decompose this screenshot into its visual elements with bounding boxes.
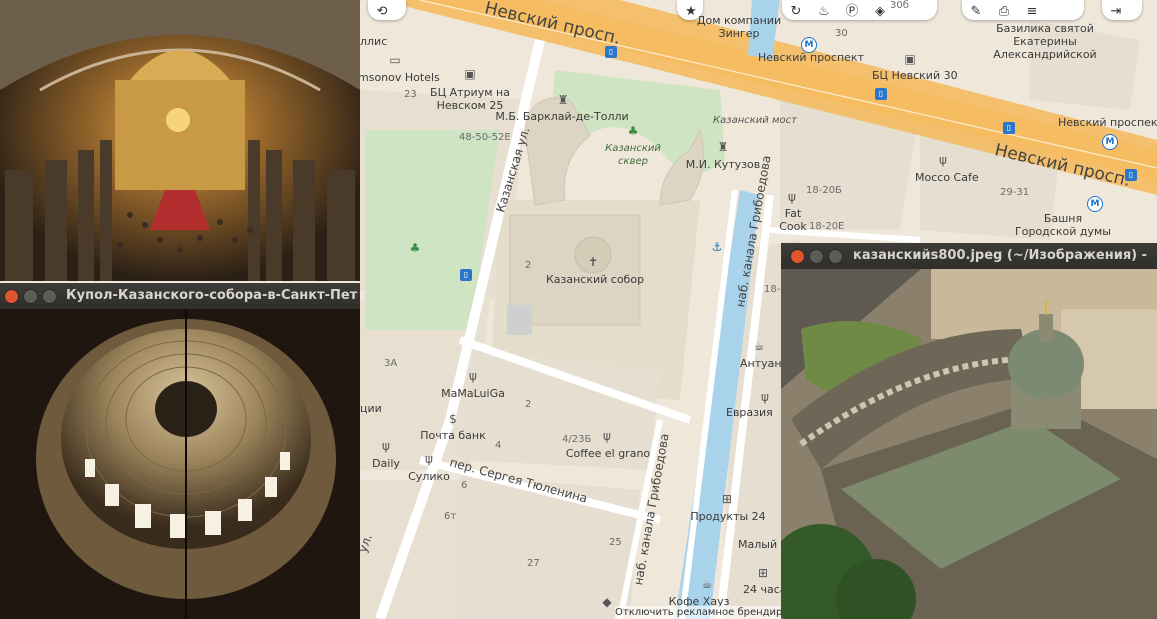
house-number: 18-20E [809,221,845,232]
poi-coffee[interactable]: Coffee el grano [566,447,650,460]
print-icon[interactable]: ⎙ [990,2,1018,22]
poi-24chasa[interactable]: 24 часа [743,583,787,596]
ruler-icon[interactable]: ✎ [962,2,990,22]
maximize-button[interactable] [42,289,57,304]
business-center-icon[interactable]: ▣ [463,67,477,81]
restaurant-icon[interactable]: ψ [785,190,799,204]
poi-daily[interactable]: Daily [372,457,400,470]
dome-photo [0,309,360,619]
login-icon: ⇥ [1110,4,1122,19]
house-number: 4/23Б [562,434,592,445]
minimize-button[interactable] [809,249,824,264]
poi-kazansky-most[interactable]: Казанский мост [713,114,797,127]
bus-stop-icon[interactable]: ▯ [605,46,617,58]
house-number: 23 [404,89,417,100]
restaurant-icon[interactable]: ψ [600,429,614,443]
house-number: 6 [461,480,468,491]
house-number: 2 [525,260,532,271]
poi-dom-knigi[interactable]: Дом компании Зингер [697,14,781,40]
house-number: 27 [527,558,540,569]
disable-ads-link[interactable]: Отключить рекламное брендир [615,606,783,619]
layers-toolbar[interactable]: ↻ ♨ Ⓟ ◈ [782,0,937,20]
restaurant-icon[interactable]: ψ [936,153,950,167]
dome-window-titlebar[interactable]: Купол-Казанского-собора-в-Санкт-Пет [0,283,360,309]
house-number: 25 [609,537,622,548]
house-number: 30 [835,28,848,39]
minimize-button[interactable] [23,289,38,304]
panorama-icon[interactable]: ♨ [810,2,838,22]
house-number: 48-50-52E [459,132,511,143]
image-viewer-titlebar[interactable]: казанскийs800.jpeg (~/Изображения) - [781,243,1157,269]
maximize-button[interactable] [828,249,843,264]
poi-nevsky-metro-1[interactable]: Невский проспект [758,51,864,64]
house-number: 2 [525,399,532,410]
restaurant-icon[interactable]: ψ [379,439,393,453]
business-center-icon[interactable]: ▣ [903,52,917,66]
metro-icon[interactable]: M [1102,134,1118,150]
shop-icon[interactable]: ⊞ [720,492,734,506]
parking-icon[interactable]: Ⓟ [838,2,866,22]
house-number: 6т [444,511,457,522]
poi-kazansky-sobor[interactable]: Казанский собор [546,273,644,286]
metro-icon[interactable]: M [1087,196,1103,212]
poi-mosco-cafe[interactable]: Mocco Cafe [915,171,979,184]
poi-bc-atrium[interactable]: БЦ Атриум на Невском 25 [430,86,510,112]
house-number: 18-20Б [806,185,842,196]
poi-mamaluiga[interactable]: MaMaLuiGa [441,387,505,400]
poi-iii[interactable]: ции [360,402,382,415]
cafe-icon[interactable]: ☕ [752,339,766,353]
house-number: 4 [495,440,502,451]
poi-produkty[interactable]: Продукты 24 [690,510,765,523]
cafe-icon[interactable]: ☕ [700,577,714,591]
shop-icon[interactable]: ⊞ [756,566,770,580]
bus-stop-icon[interactable]: ▯ [1003,122,1015,134]
poi-kutuzov[interactable]: М.И. Кутузов [686,158,761,171]
house-number: 3А [384,358,398,369]
menu-icon[interactable]: ≡ [1018,2,1046,22]
bank-icon[interactable]: $ [446,412,460,426]
tree-icon[interactable]: ♣ [626,124,640,138]
restaurant-icon[interactable]: ψ [422,452,436,466]
tree-icon[interactable]: ♣ [408,241,422,255]
shop-bag-icon[interactable]: ◆ [600,595,614,609]
bus-stop-icon[interactable]: ▯ [1125,169,1137,181]
poi-basilica[interactable]: Базилика святой Екатерины Александрийско… [993,22,1096,61]
poi-evraziya[interactable]: Евразия [726,406,773,419]
close-button[interactable] [4,289,19,304]
poi-llis[interactable]: ллис [360,35,387,48]
restaurant-icon[interactable]: ψ [758,390,772,404]
poi-nevsky-metro-2[interactable]: Невский проспект [1058,116,1157,129]
poi-antuan[interactable]: Антуан [740,357,782,370]
monument-icon[interactable]: ♜ [556,93,570,107]
window-title: казанскийs800.jpeg (~/Изображения) - [853,248,1148,263]
house-number: 30б [890,0,909,11]
route-icon: ⟲ [376,4,388,19]
bus-stop-icon[interactable]: ▯ [875,88,887,100]
pier-icon[interactable]: ⚓ [710,240,724,254]
poi-fat-cook[interactable]: Fat Cook [779,207,807,233]
login-button[interactable]: ⇥ [1102,0,1142,20]
route-button[interactable]: ⟲ [368,0,406,20]
poi-barclay[interactable]: М.Б. Барклай-де-Толли [495,110,628,123]
poi-pochta[interactable]: Почта банк [420,429,486,442]
hotel-icon[interactable]: ▭ [388,53,402,67]
traffic-icon[interactable]: ↻ [782,2,810,22]
poi-bc-nevsky30[interactable]: БЦ Невский 30 [872,69,958,82]
poi-maly[interactable]: Малый [738,538,777,551]
house-number: 29-31 [1000,187,1030,198]
poi-kazansky-skver[interactable]: Казанский сквер [605,142,661,168]
tools-toolbar[interactable]: ✎ ⎙ ≡ [962,0,1084,20]
poi-suliko[interactable]: Сулико [408,470,450,483]
poi-bashnya[interactable]: Башня Городской думы [1015,212,1111,238]
aerial-photo [781,269,1157,619]
interior-photo [0,0,360,281]
metro-icon[interactable]: M [801,37,817,53]
window-title: Купол-Казанского-собора-в-Санкт-Пет [66,288,358,303]
restaurant-icon[interactable]: ψ [466,369,480,383]
close-button[interactable] [790,249,805,264]
church-icon[interactable]: ✝ [586,255,600,269]
bus-stop-icon[interactable]: ▯ [460,269,472,281]
monument-icon[interactable]: ♜ [716,140,730,154]
poi-hotels[interactable]: msonov Hotels [360,71,440,84]
